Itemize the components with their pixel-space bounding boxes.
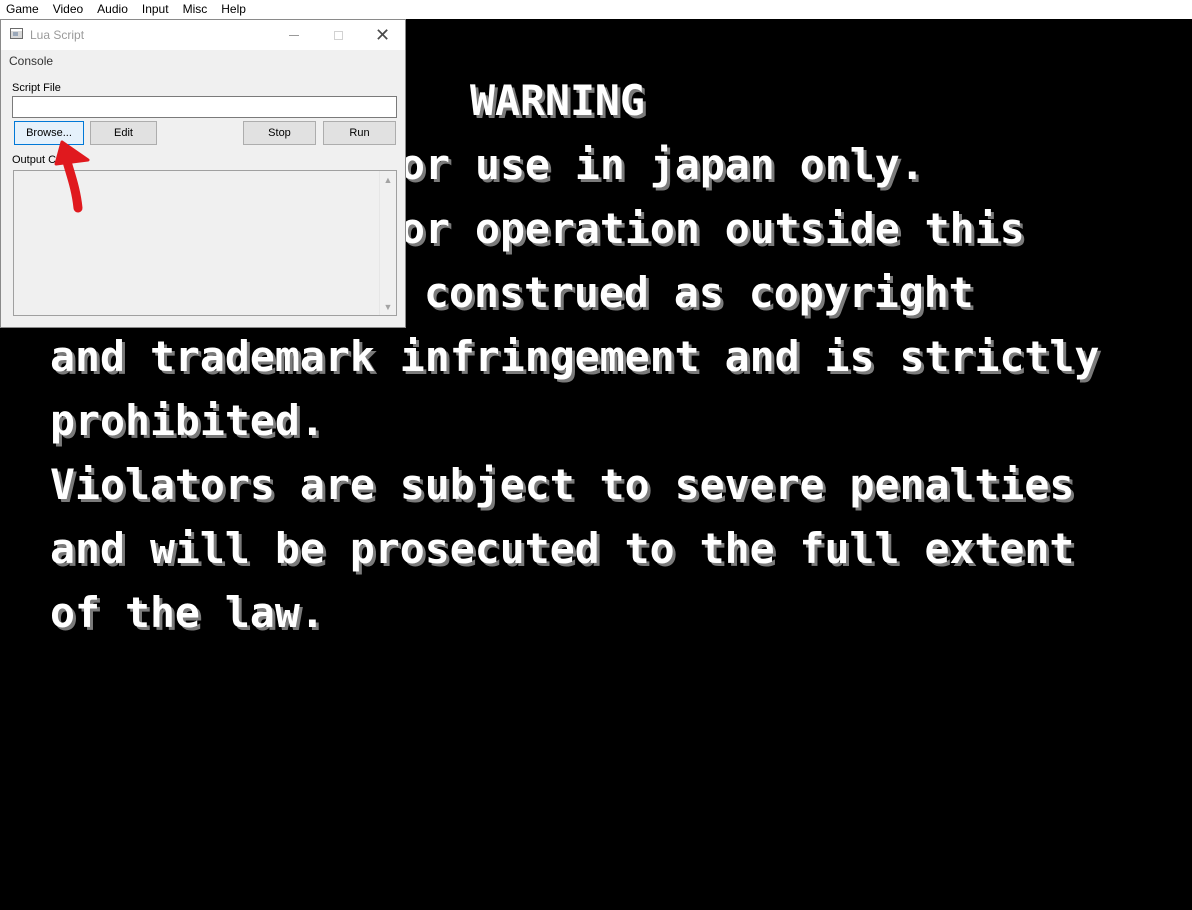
warning-line: or operation outside this bbox=[400, 204, 1025, 253]
warning-line: Violators are subject to severe penaltie… bbox=[50, 460, 1075, 509]
script-file-label: Script File bbox=[12, 82, 61, 94]
window-title: Lua Script bbox=[30, 28, 85, 42]
menu-input[interactable]: Input bbox=[135, 1, 176, 18]
menu-misc[interactable]: Misc bbox=[176, 1, 215, 18]
warning-line: of the law. bbox=[50, 588, 325, 637]
edit-button[interactable]: Edit bbox=[90, 121, 157, 145]
scroll-up-icon[interactable]: ▲ bbox=[380, 171, 396, 188]
warning-heading: WARNING bbox=[470, 76, 645, 125]
minimize-button[interactable] bbox=[271, 20, 316, 50]
scroll-down-icon[interactable]: ▼ bbox=[380, 298, 396, 315]
run-button[interactable]: Run bbox=[323, 121, 396, 145]
console-menu[interactable]: Console bbox=[9, 54, 53, 68]
stop-button[interactable]: Stop bbox=[243, 121, 316, 145]
warning-line: or use in japan only. bbox=[400, 140, 925, 189]
warning-line: and will be prosecuted to the full exten… bbox=[50, 524, 1075, 573]
menu-audio[interactable]: Audio bbox=[90, 1, 135, 18]
warning-line: and trademark infringement and is strict… bbox=[50, 332, 1100, 381]
minimize-icon bbox=[288, 35, 299, 36]
warning-line: construed as copyright bbox=[424, 268, 974, 317]
title-bar[interactable]: Lua Script ✕ bbox=[1, 20, 405, 50]
menu-game[interactable]: Game bbox=[0, 1, 46, 18]
close-button[interactable]: ✕ bbox=[360, 20, 405, 50]
maximize-button[interactable] bbox=[316, 20, 361, 50]
menubar: Game Video Audio Input Misc Help bbox=[0, 0, 1192, 19]
menu-video[interactable]: Video bbox=[46, 1, 90, 18]
maximize-icon bbox=[334, 30, 343, 40]
close-icon: ✕ bbox=[374, 24, 391, 45]
warning-line: prohibited. bbox=[50, 396, 325, 445]
menu-help[interactable]: Help bbox=[214, 1, 253, 18]
script-file-input[interactable] bbox=[12, 96, 397, 118]
app-icon bbox=[10, 28, 23, 39]
annotation-arrow bbox=[54, 140, 90, 213]
output-scrollbar[interactable]: ▲ ▼ bbox=[379, 171, 396, 315]
